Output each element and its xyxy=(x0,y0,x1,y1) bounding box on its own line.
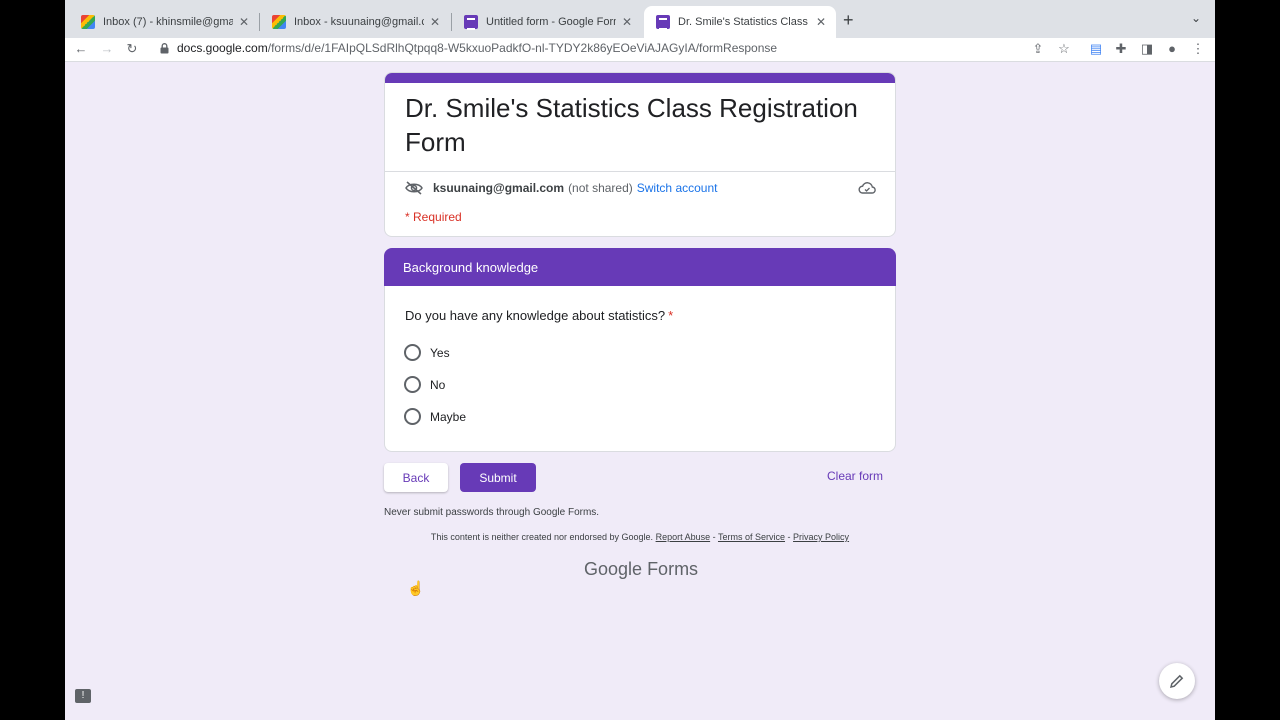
tab-title: Dr. Smile's Statistics Class Re xyxy=(678,16,810,28)
lock-icon[interactable] xyxy=(160,43,169,54)
not-shared-label: (not shared) xyxy=(568,181,633,195)
question-label: Do you have any knowledge about statisti… xyxy=(405,308,673,323)
share-icon[interactable]: ⇪ xyxy=(1030,41,1046,57)
required-note: * Required xyxy=(405,210,462,224)
hand-cursor-icon: ☝ xyxy=(407,580,425,596)
eye-off-icon xyxy=(405,181,423,195)
brand-google: Google xyxy=(584,559,643,579)
feedback-icon[interactable]: ! xyxy=(75,689,91,703)
radio-button[interactable] xyxy=(404,344,421,361)
form-header-card: Dr. Smile's Statistics Class Registratio… xyxy=(384,72,896,237)
tab-inbox-ksuunaing[interactable]: Inbox - ksuunaing@gmail.com ✕ xyxy=(260,6,450,38)
close-icon[interactable]: ✕ xyxy=(428,15,442,29)
close-icon[interactable]: ✕ xyxy=(814,15,828,29)
switch-account-link[interactable]: Switch account xyxy=(637,181,718,195)
account-row: ksuunaing@gmail.com (not shared) Switch … xyxy=(405,181,717,195)
back-arrow-icon[interactable]: ← xyxy=(73,41,89,56)
close-icon[interactable]: ✕ xyxy=(237,15,251,29)
tab-title: Inbox - ksuunaing@gmail.com xyxy=(294,16,424,28)
divider xyxy=(385,171,895,172)
section-header: Background knowledge xyxy=(384,248,896,286)
close-icon[interactable]: ✕ xyxy=(620,15,634,29)
question-text: Do you have any knowledge about statisti… xyxy=(405,308,666,323)
section-title: Background knowledge xyxy=(403,260,539,275)
screen-border-left xyxy=(0,0,65,720)
clear-form-button[interactable]: Clear form xyxy=(827,469,883,483)
required-star: * xyxy=(668,308,674,323)
footer-separator: - xyxy=(787,532,791,542)
browser-window: Inbox (7) - khinsmile@gmail.co ✕ Inbox -… xyxy=(65,0,1215,720)
tab-strip: Inbox (7) - khinsmile@gmail.co ✕ Inbox -… xyxy=(65,0,1215,38)
bookmark-star-icon[interactable]: ☆ xyxy=(1056,41,1072,57)
extensions-puzzle-icon[interactable]: ✚ xyxy=(1113,41,1129,57)
gmail-icon xyxy=(272,15,286,29)
url-path: /forms/d/e/1FAIpQLSdRlhQtpqq8-W5kxuoPadk… xyxy=(267,41,778,55)
brand-forms: Forms xyxy=(647,559,699,579)
google-forms-icon xyxy=(656,15,670,30)
docs-extension-icon[interactable]: ▤ xyxy=(1088,41,1104,57)
option-yes[interactable]: Yes xyxy=(404,344,450,361)
account-email: ksuunaing@gmail.com xyxy=(433,181,565,195)
more-menu-icon[interactable]: ⋮ xyxy=(1190,41,1206,57)
option-no[interactable]: No xyxy=(404,376,445,393)
gmail-icon xyxy=(81,15,95,29)
new-tab-button[interactable]: + xyxy=(843,10,854,31)
password-warning: Never submit passwords through Google Fo… xyxy=(384,507,600,518)
option-label: Maybe xyxy=(430,409,467,424)
forward-arrow-icon[interactable]: → xyxy=(99,41,115,56)
url-host: docs.google.com xyxy=(177,41,268,55)
tab-title: Untitled form - Google Forms xyxy=(486,16,616,28)
profile-avatar-icon[interactable]: ● xyxy=(1164,41,1180,56)
report-abuse-link[interactable]: Report Abuse xyxy=(656,532,711,542)
footer-separator: - xyxy=(712,532,716,542)
screen-border-right xyxy=(1215,0,1280,720)
option-label: Yes xyxy=(430,345,450,360)
tab-inbox-khinsmile[interactable]: Inbox (7) - khinsmile@gmail.co ✕ xyxy=(69,6,259,38)
disclaimer-text: This content is neither created nor endo… xyxy=(430,532,654,542)
radio-button[interactable] xyxy=(404,376,421,393)
radio-button[interactable] xyxy=(404,408,421,425)
submit-button[interactable]: Submit xyxy=(460,463,536,492)
pencil-icon xyxy=(1169,674,1184,689)
google-forms-icon xyxy=(464,15,478,30)
cloud-icon xyxy=(858,182,876,194)
chevron-down-icon[interactable]: ⌄ xyxy=(1191,11,1201,25)
form-accent-bar xyxy=(385,73,895,83)
edit-button[interactable] xyxy=(1159,663,1195,699)
side-panel-icon[interactable]: ◨ xyxy=(1139,41,1155,57)
footer-disclaimer: This content is neither created nor endo… xyxy=(384,532,896,542)
browser-toolbar: ← → ↻ docs.google.com/forms/d/e/1FAIpQLS… xyxy=(65,38,1215,62)
option-label: No xyxy=(430,377,446,392)
privacy-policy-link[interactable]: Privacy Policy xyxy=(793,532,849,542)
tab-registration-form[interactable]: Dr. Smile's Statistics Class Re ✕ xyxy=(644,6,836,38)
address-bar[interactable]: docs.google.com/forms/d/e/1FAIpQLSdRlhQt… xyxy=(177,41,777,55)
tab-untitled-form[interactable]: Untitled form - Google Forms ✕ xyxy=(452,6,642,38)
question-card: Do you have any knowledge about statisti… xyxy=(384,286,896,452)
tab-title: Inbox (7) - khinsmile@gmail.co xyxy=(103,16,233,28)
back-button[interactable]: Back xyxy=(384,463,448,492)
terms-of-service-link[interactable]: Terms of Service xyxy=(718,532,785,542)
reload-icon[interactable]: ↻ xyxy=(124,41,140,57)
form-title: Dr. Smile's Statistics Class Registratio… xyxy=(405,93,858,157)
google-forms-logo[interactable]: Google Forms xyxy=(584,559,698,580)
option-maybe[interactable]: Maybe xyxy=(404,408,466,425)
